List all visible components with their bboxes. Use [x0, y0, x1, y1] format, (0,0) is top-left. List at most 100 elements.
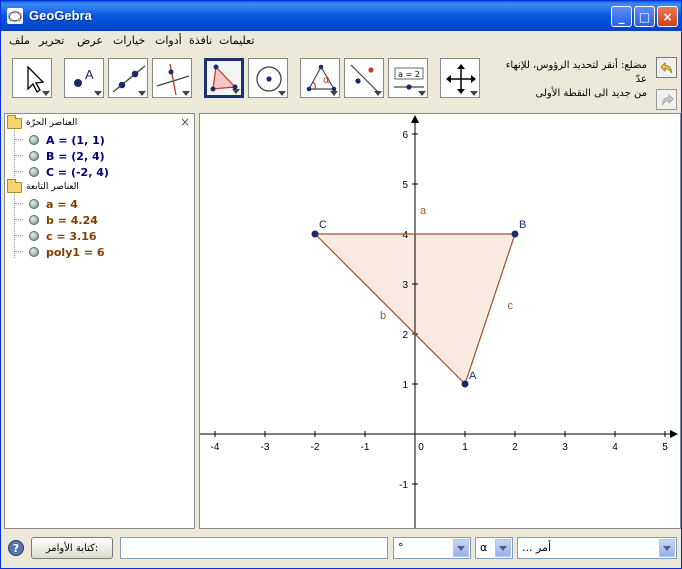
tool-move-graphics-view[interactable]	[440, 58, 480, 98]
object-point-a[interactable]: A = (1, 1)	[29, 132, 105, 148]
point-a[interactable]	[461, 380, 469, 388]
greek-letter-value: α	[480, 541, 488, 554]
help-icon[interactable]: ?	[8, 540, 24, 556]
input-help-button[interactable]: كتابة الأوامر:	[31, 537, 113, 559]
y-tick-label: -1	[399, 480, 408, 491]
algebra-close-icon[interactable]: ×	[180, 115, 190, 129]
object-label: c = 3.16	[46, 229, 97, 243]
visibility-toggle-icon[interactable]	[29, 199, 39, 209]
object-polygon[interactable]: poly1 = 6	[29, 244, 105, 260]
x-tick-label: -3	[261, 442, 270, 453]
geogebra-app-icon	[7, 8, 23, 24]
y-tick-label: 3	[402, 280, 408, 291]
minimize-button[interactable]: _	[611, 6, 632, 27]
object-label: B = (2, 4)	[46, 149, 105, 163]
menu-help[interactable]: تعليمات	[219, 34, 254, 47]
window-title: GeoGebra	[29, 8, 92, 23]
point-b[interactable]	[511, 230, 519, 238]
graphics-view[interactable]: -4 -3 -2 -1 0 1 2 3 4 5 -1 1 2 3 4 5 6 a b c A B C	[199, 113, 681, 529]
tool-line[interactable]	[108, 58, 148, 98]
object-label: A = (1, 1)	[46, 133, 105, 147]
chevron-down-icon[interactable]	[495, 539, 511, 557]
x-tick-label: 1	[462, 442, 468, 453]
tool-move[interactable]	[12, 58, 52, 98]
command-select-value: أمر ...	[522, 541, 552, 554]
folder-icon	[7, 114, 22, 129]
folder-icon	[7, 178, 22, 193]
x-tick-label: 3	[562, 442, 568, 453]
x-tick-label: 0	[418, 442, 424, 453]
visibility-toggle-icon[interactable]	[29, 167, 39, 177]
x-tick-label: 4	[612, 442, 618, 453]
menu-view[interactable]: عرض	[77, 34, 103, 47]
object-point-b[interactable]: B = (2, 4)	[29, 148, 105, 164]
algebra-view: × العناصر الحرّة A = (1, 1) B = (2, 4) C…	[4, 113, 195, 529]
point-c[interactable]	[311, 230, 319, 238]
y-axis-arrow	[411, 115, 419, 123]
geogebra-window: GeoGebra _ □ × ملف تحرير عرض خيارات أدوا…	[0, 0, 682, 569]
object-segment-c[interactable]: c = 3.16	[29, 228, 97, 244]
x-tick-label: 2	[512, 442, 518, 453]
y-tick-label: 6	[402, 130, 408, 141]
menu-tools[interactable]: أدوات	[155, 34, 182, 47]
tool-perpendicular[interactable]	[152, 58, 192, 98]
x-tick-label: -4	[211, 442, 220, 453]
menu-file[interactable]: ملف	[9, 34, 30, 47]
tool-new-point[interactable]: A	[64, 58, 104, 98]
free-objects-label: العناصر الحرّة	[26, 118, 78, 128]
x-tick-label: 5	[662, 442, 668, 453]
segment-label-a: a	[420, 205, 427, 217]
menu-options[interactable]: خيارات	[113, 34, 145, 47]
visibility-toggle-icon[interactable]	[29, 215, 39, 225]
object-label: C = (-2, 4)	[46, 165, 109, 179]
tool-help-line3: من جديد الى النقطة الأولى	[535, 88, 647, 99]
command-select[interactable]: أمر ...	[517, 537, 677, 559]
symbol-degree-value: °	[398, 541, 404, 554]
input-bar: ? كتابة الأوامر: ° α أمر ...	[1, 532, 681, 568]
symbol-degree-select[interactable]: °	[393, 537, 471, 559]
toolbar: A α a = 2 مضلع: أنقر لتحديد الرؤوس، للإن…	[1, 53, 681, 111]
tool-slider[interactable]: a = 2	[388, 58, 428, 98]
object-segment-b[interactable]: b = 4.24	[29, 212, 98, 228]
segment-label-b: b	[380, 310, 386, 322]
point-label-c: C	[319, 219, 327, 231]
y-tick-label: 2	[402, 330, 408, 341]
menu-bar: ملف تحرير عرض خيارات أدوات نافذة تعليمات	[1, 31, 681, 51]
tool-reflect[interactable]	[344, 58, 384, 98]
tool-polygon[interactable]	[204, 58, 244, 98]
x-tick-label: -2	[311, 442, 320, 453]
slider-tool-text: a = 2	[398, 70, 420, 79]
chevron-down-icon[interactable]	[453, 539, 469, 557]
visibility-toggle-icon[interactable]	[29, 151, 39, 161]
tool-circle[interactable]	[248, 58, 288, 98]
tool-help-line2: عدّ	[635, 74, 647, 85]
tool-angle[interactable]: α	[300, 58, 340, 98]
redo-arrow-icon	[661, 93, 674, 105]
object-point-c[interactable]: C = (-2, 4)	[29, 164, 109, 180]
dependent-objects-folder[interactable]: العناصر التابعة	[7, 178, 79, 195]
svg-text:A: A	[85, 67, 94, 82]
title-bar[interactable]: GeoGebra _ □ ×	[1, 1, 681, 31]
visibility-toggle-icon[interactable]	[29, 231, 39, 241]
dependent-objects-label: العناصر التابعة	[26, 182, 79, 192]
menu-window[interactable]: نافذة	[189, 34, 212, 47]
undo-button[interactable]	[656, 57, 677, 78]
chevron-down-icon[interactable]	[659, 539, 675, 557]
y-tick-label: 1	[402, 380, 408, 391]
menu-edit[interactable]: تحرير	[39, 34, 64, 47]
maximize-button[interactable]: □	[634, 6, 655, 27]
command-input[interactable]	[120, 537, 388, 559]
free-objects-folder[interactable]: العناصر الحرّة	[7, 114, 78, 131]
visibility-toggle-icon[interactable]	[29, 247, 39, 257]
graphics-canvas[interactable]: -4 -3 -2 -1 0 1 2 3 4 5 -1 1 2 3 4 5 6 a b c A B C	[200, 114, 680, 528]
greek-letter-select[interactable]: α	[475, 537, 513, 559]
visibility-toggle-icon[interactable]	[29, 135, 39, 145]
close-button[interactable]: ×	[657, 6, 678, 27]
redo-button[interactable]	[656, 89, 677, 110]
tool-help-line1: مضلع: أنقر لتحديد الرؤوس، للإنهاء	[505, 60, 647, 71]
point-label-a: A	[469, 370, 477, 382]
svg-text:α: α	[323, 75, 330, 86]
object-label: a = 4	[46, 197, 78, 211]
object-label: b = 4.24	[46, 213, 98, 227]
object-segment-a[interactable]: a = 4	[29, 196, 78, 212]
